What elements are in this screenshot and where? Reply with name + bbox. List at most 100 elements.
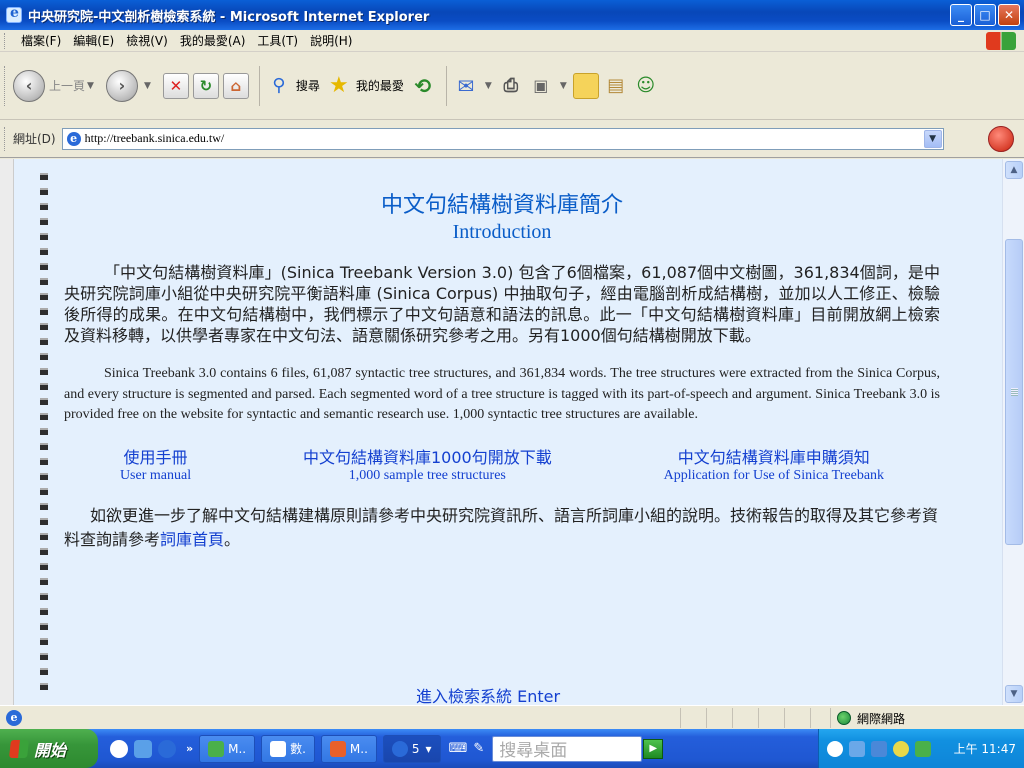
word-task-icon: [270, 740, 287, 757]
ckip-home-link[interactable]: 詞庫首頁: [160, 530, 224, 549]
scroll-down-icon[interactable]: ▼: [1005, 685, 1023, 703]
history-icon[interactable]: ⟲: [410, 73, 436, 99]
favorites-label: 我的最愛: [355, 79, 404, 93]
application-link-en[interactable]: Application for Use of Sinica Treebank: [664, 468, 884, 484]
back-label: 上一頁: [49, 79, 86, 93]
task-label: M..: [349, 741, 368, 756]
favorites-button[interactable]: ★ 我的最愛: [326, 73, 404, 99]
address-input[interactable]: e http://treebank.sinica.edu.tw/ ▼: [61, 127, 944, 150]
application-link-zh[interactable]: 中文句結構資料庫申購須知: [678, 444, 870, 468]
stop-icon[interactable]: ✕: [162, 72, 189, 99]
vertical-scrollbar[interactable]: ▲ ▼: [1002, 159, 1024, 705]
left-frame-border: [0, 159, 14, 705]
desktop-search-input[interactable]: 搜尋桌面 ▶: [492, 735, 664, 762]
ie-quicklaunch-icon[interactable]: [158, 739, 176, 758]
ie-app-icon[interactable]: [6, 5, 22, 23]
application-link[interactable]: 中文句結構資料庫申購須知 Application for Use of Sini…: [664, 444, 884, 484]
more-info-paragraph: 如欲更進一步了解中文句結構建構原則請參考中央研究院資訊所、語言所詞庫小組的說明。…: [64, 504, 940, 552]
search-label: 搜尋: [295, 79, 320, 93]
globe-icon: [837, 711, 851, 725]
taskbar-item-messenger[interactable]: M..: [199, 734, 256, 763]
group-dropdown-icon: ▾: [425, 741, 432, 756]
page-status-icon: e: [6, 709, 22, 726]
sample-download-link-en[interactable]: 1,000 sample tree structures: [349, 468, 506, 484]
security-zone: 網際網路: [830, 708, 905, 728]
quick-launch-chevron-icon[interactable]: »: [186, 742, 193, 755]
status-bar: e 網際網路: [0, 705, 1024, 729]
back-button[interactable]: ‹ 上一頁 ▼: [13, 69, 100, 102]
taskbar-item-ie-group[interactable]: 5 ▾: [382, 734, 441, 763]
toolbar-grip[interactable]: [4, 65, 7, 106]
scroll-up-icon[interactable]: ▲: [1005, 161, 1023, 179]
search-go-icon[interactable]: ▶: [643, 738, 664, 759]
messenger-tray-icon[interactable]: [915, 740, 931, 757]
search-icon: ⚲: [272, 75, 286, 96]
sample-download-link-zh[interactable]: 中文句結構資料庫1000句開放下載: [303, 444, 552, 468]
address-url[interactable]: http://treebank.sinica.edu.tw/: [85, 131, 225, 146]
user-manual-link-en[interactable]: User manual: [120, 468, 191, 484]
mail-icon[interactable]: ✉: [453, 73, 479, 99]
home-icon[interactable]: ⌂: [222, 72, 249, 99]
back-dropdown-icon[interactable]: ▼: [87, 81, 94, 91]
ie-task-icon: [391, 740, 408, 757]
quick-launch: »: [110, 739, 193, 758]
intro-paragraph-en: Sinica Treebank 3.0 contains 6 files, 61…: [64, 366, 940, 422]
decorative-dot-column: [40, 173, 50, 690]
refresh-icon[interactable]: ↻: [192, 72, 219, 99]
minimize-button[interactable]: _: [950, 4, 972, 26]
windows-flag-icon: [9, 739, 29, 758]
page-title-zh: 中文句結構樹資料庫簡介: [380, 193, 623, 218]
toolbar-separator: [258, 65, 260, 106]
search-tray-icon[interactable]: [893, 740, 909, 757]
show-desktop-icon[interactable]: [134, 739, 152, 758]
enter-system-link[interactable]: 進入檢索系統 Enter: [416, 683, 560, 705]
network-icon-2[interactable]: [871, 740, 887, 757]
tray-expand-icon[interactable]: [827, 740, 843, 757]
scroll-thumb[interactable]: [1005, 239, 1023, 545]
mail-dropdown-icon[interactable]: ▼: [485, 81, 492, 91]
address-grip[interactable]: [4, 126, 7, 151]
start-button[interactable]: 開始: [0, 729, 98, 768]
keyboard-icon[interactable]: ⌨: [449, 741, 468, 756]
pen-icon[interactable]: ✎: [473, 741, 484, 756]
print-icon[interactable]: ⎙: [498, 73, 524, 99]
menu-tools[interactable]: 工具(T): [251, 32, 304, 49]
windows-logo-icon: [986, 32, 1016, 50]
network-icon[interactable]: [849, 740, 865, 757]
media-player-icon[interactable]: [110, 739, 128, 758]
toolbar-separator: [445, 65, 447, 106]
forward-button[interactable]: › ▼: [105, 69, 157, 102]
search-button[interactable]: ⚲ 搜尋: [266, 73, 320, 99]
user-manual-link[interactable]: 使用手冊 User manual: [120, 444, 191, 484]
address-bar: 網址(D) e http://treebank.sinica.edu.tw/ ▼: [0, 120, 1024, 158]
standard-toolbar: ‹ 上一頁 ▼ › ▼ ✕ ↻ ⌂ ⚲ 搜尋 ★ 我的最愛 ⟲ ✉ ▼ ⎙ ▣ …: [0, 52, 1024, 120]
window-title: 中央研究院-中文剖析樹檢索系統 - Microsoft Internet Exp…: [28, 9, 430, 25]
sample-download-link[interactable]: 中文句結構資料庫1000句開放下載 1,000 sample tree stru…: [303, 444, 552, 484]
taskbar-item-outlook[interactable]: M..: [320, 734, 377, 763]
menu-edit[interactable]: 編輯(E): [67, 32, 120, 49]
pdf-icon[interactable]: [988, 126, 1014, 152]
status-cells: [680, 708, 836, 728]
edit-dropdown-icon[interactable]: ▼: [560, 81, 567, 91]
task-label: 數.: [290, 742, 306, 756]
discuss-icon[interactable]: [572, 72, 599, 99]
menu-view[interactable]: 檢視(V): [120, 32, 174, 49]
desktop-search-placeholder: 搜尋桌面: [499, 741, 568, 761]
research-icon[interactable]: ▤: [603, 73, 629, 99]
menu-file[interactable]: 檔案(F): [15, 32, 67, 49]
star-icon: ★: [329, 73, 349, 98]
user-manual-link-zh[interactable]: 使用手冊: [124, 444, 188, 468]
clock[interactable]: 上午 11:47: [954, 740, 1016, 757]
menu-grip[interactable]: [4, 32, 7, 49]
menu-favorites[interactable]: 我的最愛(A): [174, 32, 252, 49]
forward-dropdown-icon[interactable]: ▼: [144, 81, 151, 91]
toolbar-icons: ⌨ ✎: [449, 741, 485, 756]
forward-arrow-icon: ›: [105, 69, 138, 102]
edit-icon[interactable]: ▣: [528, 73, 554, 99]
messenger-icon[interactable]: ☺: [633, 73, 659, 99]
maximize-button[interactable]: □: [974, 4, 996, 26]
menu-help[interactable]: 說明(H): [304, 32, 358, 49]
close-button[interactable]: ✕: [998, 4, 1020, 26]
address-dropdown-icon[interactable]: ▼: [923, 129, 942, 148]
taskbar-item-word[interactable]: 數.: [261, 734, 315, 763]
